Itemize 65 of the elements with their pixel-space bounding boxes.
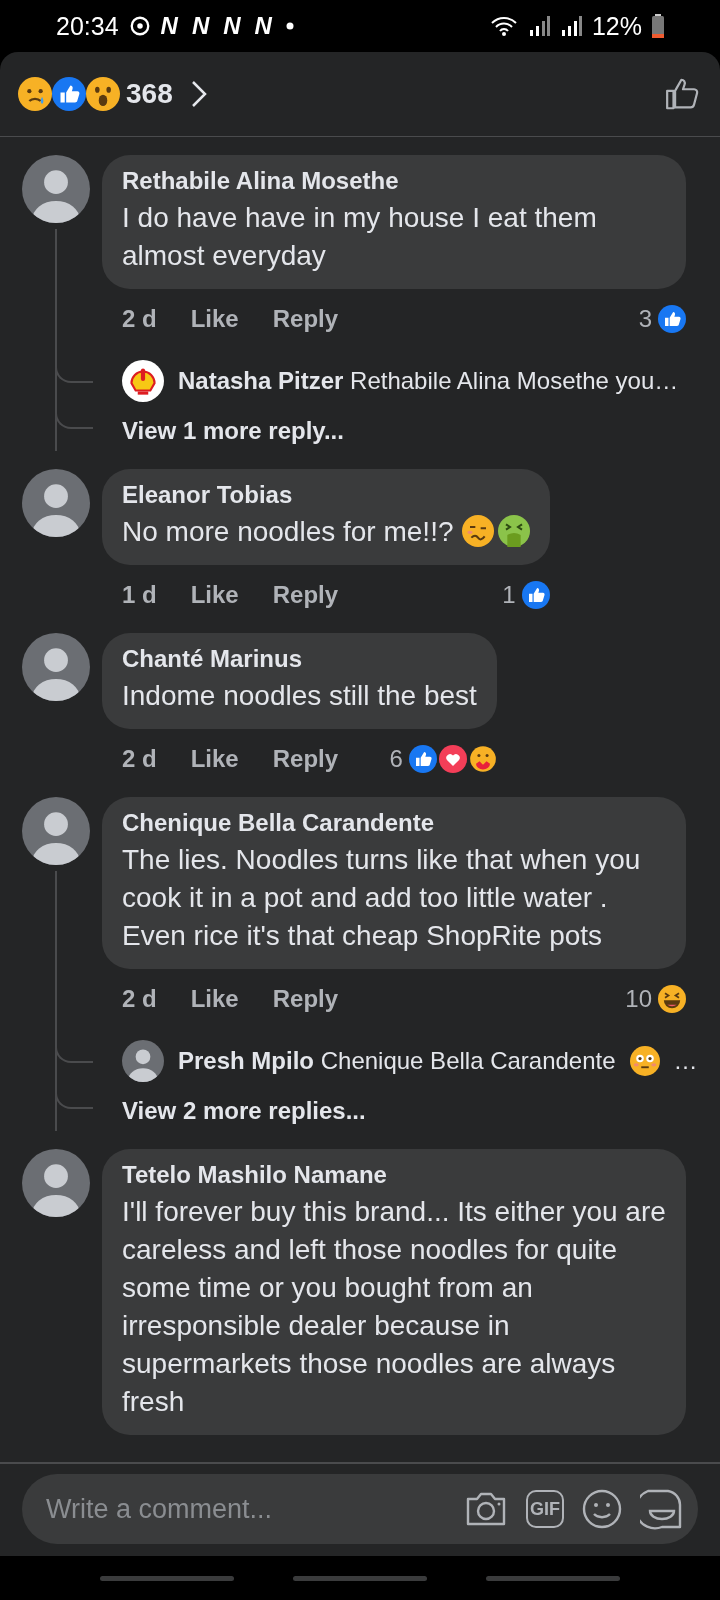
avatar[interactable] — [122, 360, 164, 402]
comment-author[interactable]: Chenique Bella Carandente — [122, 809, 666, 837]
comment-author[interactable]: Tetelo Mashilo Namane — [122, 1161, 666, 1189]
view-more-replies-link[interactable]: View 2 more replies... — [122, 1097, 366, 1124]
reaction-count: 10 — [625, 985, 652, 1013]
comment-text: I'll forever buy this brand... Its either you are careless and left those noodles for quite some time or you bought from an irresponsible dealer because in supermarkets those noodles are always fresh — [122, 1196, 666, 1417]
reaction-count: 1 — [502, 581, 516, 609]
haha-reaction-icon — [658, 985, 686, 1013]
signal-icon — [559, 15, 582, 37]
like-link[interactable]: Like — [190, 745, 239, 773]
nav-handle[interactable] — [293, 1575, 427, 1581]
ellipsis: … — [673, 1047, 698, 1075]
notification-icon: N — [223, 12, 241, 40]
battery-icon — [652, 14, 664, 38]
reply-link[interactable]: Reply — [272, 985, 339, 1013]
comment-author[interactable]: Rethabile Alina Mosethe — [122, 167, 666, 195]
reaction-total[interactable]: 368 — [126, 78, 173, 110]
reply-link[interactable]: Reply — [272, 745, 339, 773]
dot-icon — [285, 22, 294, 30]
like-reaction-icon — [52, 77, 86, 111]
notification-icon: N — [254, 12, 272, 40]
notification-icon: N — [160, 12, 178, 40]
sad-reaction-icon — [18, 77, 52, 111]
woozy-emoji-icon — [461, 515, 494, 547]
vomit-emoji-icon — [497, 515, 530, 547]
notification-icon: N — [191, 12, 210, 40]
smiley-icon[interactable] — [582, 1489, 622, 1529]
comment-text: The lies. Noodles turns like that when you cook it in a pot and add too little water . Even rice it's that cheap ShopRite pots — [122, 844, 641, 951]
comment-age: 2 d — [122, 745, 157, 773]
reply-link[interactable]: Reply — [272, 581, 339, 609]
reaction-count: 3 — [638, 305, 652, 333]
care-reaction-icon — [468, 745, 497, 773]
gif-button[interactable]: GIF — [526, 1490, 564, 1528]
comment-age: 2 d — [122, 985, 157, 1013]
like-reaction-icon — [521, 581, 550, 609]
signal-icon — [527, 15, 550, 37]
wow-reaction-icon — [86, 77, 120, 111]
clock: 20:34 — [56, 11, 119, 41]
like-reaction-icon — [658, 305, 686, 333]
wifi-icon — [489, 15, 518, 37]
like-link[interactable]: Like — [190, 305, 239, 333]
nav-handle[interactable] — [99, 1575, 234, 1581]
sync-icon — [128, 15, 151, 37]
like-link[interactable]: Like — [190, 581, 239, 609]
like-reaction-icon — [408, 745, 437, 773]
reaction-count: 6 — [389, 745, 403, 773]
sticker-icon[interactable] — [640, 1487, 684, 1531]
comment-author[interactable]: Eleanor Tobias — [122, 481, 530, 509]
comment-field[interactable]: Write a comment... GIF — [22, 1474, 698, 1544]
love-reaction-icon — [438, 745, 467, 773]
avatar[interactable] — [122, 1040, 164, 1082]
comment-age: 1 d — [122, 581, 157, 609]
nav-handle[interactable] — [486, 1575, 621, 1581]
comment-text: Indome noodles still the best — [122, 680, 477, 711]
reply-preview[interactable]: Presh Mpilo Chenique Bella Carandente — [178, 1047, 616, 1075]
comment-age: 2 d — [122, 305, 157, 333]
view-more-replies-link[interactable]: View 1 more reply... — [122, 417, 344, 444]
like-link[interactable]: Like — [190, 985, 239, 1013]
comment-text: No more noodles for me!!? — [122, 516, 454, 547]
reply-link[interactable]: Reply — [272, 305, 339, 333]
comment-text: I do have have in my house I eat them almost everyday — [122, 202, 597, 271]
flushed-emoji-icon — [629, 1046, 660, 1076]
comment-author[interactable]: Chanté Marinus — [122, 645, 477, 673]
battery-percent: 12% — [591, 11, 642, 41]
reply-preview[interactable]: Natasha Pitzer Rethabile Alina Mosethe you… — [178, 367, 679, 395]
